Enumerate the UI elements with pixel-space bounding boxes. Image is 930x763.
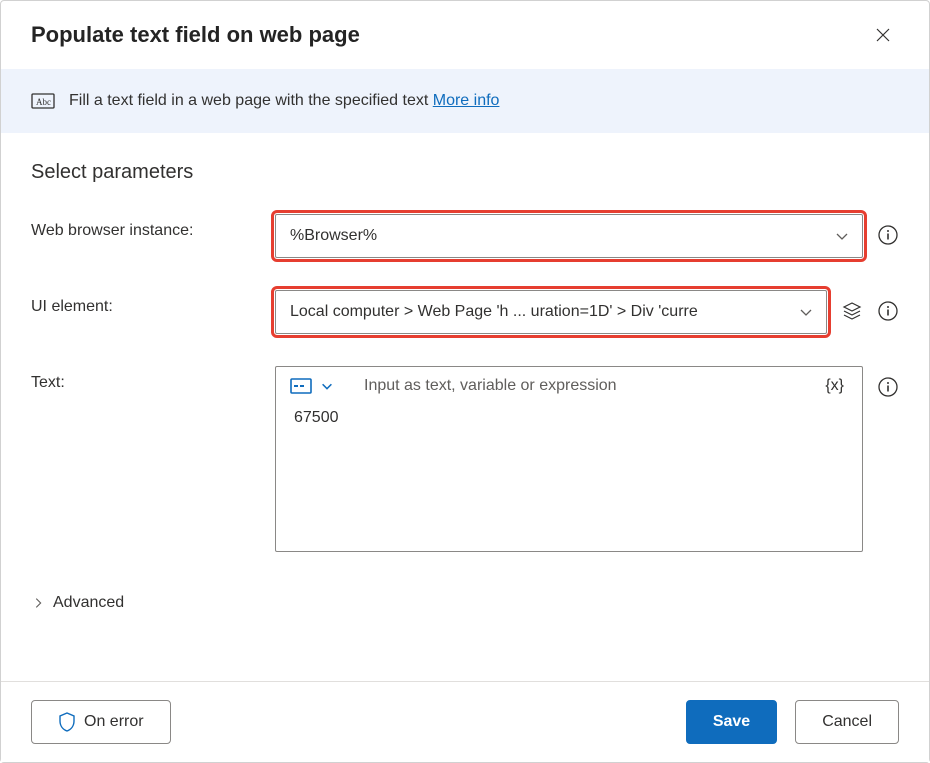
- text-mode-selector[interactable]: [290, 378, 334, 394]
- info-strip: Abc Fill a text field in a web page with…: [1, 69, 929, 133]
- text-editor-body[interactable]: 67500: [276, 401, 862, 551]
- on-error-label: On error: [84, 713, 144, 731]
- ui-element-info-button[interactable]: [877, 300, 899, 322]
- insert-variable-button[interactable]: {x}: [821, 377, 848, 395]
- info-description: Fill a text field in a web page with the…: [69, 92, 499, 110]
- info-icon: [878, 301, 898, 321]
- shield-icon: [58, 712, 76, 732]
- advanced-label: Advanced: [53, 594, 124, 612]
- layers-icon: [842, 301, 862, 321]
- browser-dropdown[interactable]: %Browser%: [275, 214, 863, 258]
- info-icon: [878, 225, 898, 245]
- input-mode-icon: [290, 378, 312, 394]
- text-editor[interactable]: Input as text, variable or expression {x…: [275, 366, 863, 552]
- ui-element-label: UI element:: [31, 290, 275, 316]
- info-text: Fill a text field in a web page with the…: [69, 92, 433, 109]
- ui-element-picker-button[interactable]: [841, 300, 863, 322]
- dialog-footer: On error Save Cancel: [1, 681, 929, 762]
- ui-element-value: Local computer > Web Page 'h ... uration…: [290, 303, 698, 321]
- text-label: Text:: [31, 366, 275, 392]
- text-info-button[interactable]: [877, 376, 899, 398]
- param-row-ui-element: UI element: Local computer > Web Page 'h…: [31, 290, 899, 334]
- browser-value: %Browser%: [290, 227, 377, 245]
- browser-info-button[interactable]: [877, 224, 899, 246]
- chevron-down-icon: [834, 228, 850, 244]
- save-button[interactable]: Save: [686, 700, 777, 744]
- svg-text:Abc: Abc: [36, 97, 51, 107]
- text-editor-toolbar: Input as text, variable or expression {x…: [276, 367, 862, 401]
- close-icon: [875, 27, 891, 43]
- text-field-icon: Abc: [31, 91, 55, 111]
- chevron-down-icon: [320, 379, 334, 393]
- cancel-label: Cancel: [822, 713, 872, 731]
- info-icon: [878, 377, 898, 397]
- text-placeholder: Input as text, variable or expression: [344, 377, 811, 395]
- more-info-link[interactable]: More info: [433, 92, 500, 109]
- dialog-title: Populate text field on web page: [31, 22, 360, 48]
- chevron-right-icon: [31, 596, 45, 610]
- param-row-browser: Web browser instance: %Browser%: [31, 214, 899, 258]
- browser-label: Web browser instance:: [31, 214, 275, 240]
- advanced-toggle[interactable]: Advanced: [31, 584, 899, 632]
- section-title: Select parameters: [31, 161, 899, 184]
- on-error-button[interactable]: On error: [31, 700, 171, 744]
- ui-element-dropdown[interactable]: Local computer > Web Page 'h ... uration…: [275, 290, 827, 334]
- cancel-button[interactable]: Cancel: [795, 700, 899, 744]
- close-button[interactable]: [867, 19, 899, 51]
- param-row-text: Text: Input as text, variable or express…: [31, 366, 899, 552]
- save-label: Save: [713, 713, 750, 731]
- chevron-down-icon: [798, 304, 814, 320]
